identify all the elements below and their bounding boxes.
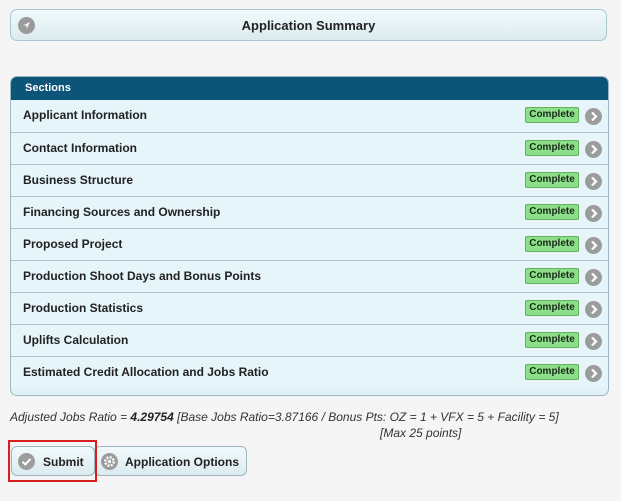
jobs-ratio-detail: [Base Jobs Ratio=3.87166 / Bonus Pts: OZ… <box>173 410 559 424</box>
section-row[interactable]: Financing Sources and Ownership Complete <box>11 196 608 228</box>
section-row[interactable]: Estimated Credit Allocation and Jobs Rat… <box>11 356 608 388</box>
application-options-label: Application Options <box>125 455 239 469</box>
complete-status-badge: Complete <box>525 332 579 348</box>
section-label: Estimated Credit Allocation and Jobs Rat… <box>23 365 269 379</box>
chevron-right-icon[interactable] <box>585 108 602 125</box>
section-row[interactable]: Production Shoot Days and Bonus Points Co… <box>11 260 608 292</box>
section-row[interactable]: Uplifts Calculation Complete <box>11 324 608 356</box>
complete-status-badge: Complete <box>525 107 579 123</box>
section-label: Applicant Information <box>23 108 147 122</box>
complete-status-badge: Complete <box>525 140 579 156</box>
section-label: Business Structure <box>23 173 134 187</box>
section-row[interactable]: Production Statistics Complete <box>11 292 608 324</box>
chevron-right-icon[interactable] <box>585 333 602 350</box>
section-row[interactable]: Contact Information Complete <box>11 132 608 164</box>
jobs-ratio-prefix: Adjusted Jobs Ratio = <box>10 410 131 424</box>
complete-status-badge: Complete <box>525 268 579 284</box>
section-label: Production Shoot Days and Bonus Points <box>23 269 262 283</box>
section-label: Financing Sources and Ownership <box>23 205 221 219</box>
section-label: Proposed Project <box>23 237 123 251</box>
section-label: Uplifts Calculation <box>23 333 129 347</box>
chevron-right-icon[interactable] <box>585 269 602 286</box>
application-options-button[interactable]: Application Options <box>94 446 247 476</box>
complete-status-badge: Complete <box>525 172 579 188</box>
gear-icon <box>101 453 118 470</box>
section-label: Contact Information <box>23 141 137 155</box>
sections-panel: Sections Applicant Information Complete Co… <box>10 76 609 396</box>
chevron-right-icon[interactable] <box>585 365 602 382</box>
application-summary-title: Application Summary <box>241 18 376 33</box>
sections-header: Sections <box>11 77 608 100</box>
jobs-ratio-max: [Max 25 points] <box>380 426 462 440</box>
complete-status-badge: Complete <box>525 300 579 316</box>
complete-status-badge: Complete <box>525 364 579 380</box>
section-row[interactable]: Proposed Project Complete <box>11 228 608 260</box>
jobs-ratio-value: 4.29754 <box>130 410 174 424</box>
chevron-right-icon[interactable] <box>585 205 602 222</box>
section-row[interactable]: Business Structure Complete <box>11 164 608 196</box>
section-row[interactable]: Applicant Information Complete <box>11 100 608 132</box>
submit-highlight-box <box>8 440 97 482</box>
complete-status-badge: Complete <box>525 204 579 220</box>
sections-list: Applicant Information Complete Contact Inf… <box>11 100 608 388</box>
chevron-right-icon[interactable] <box>585 173 602 190</box>
complete-status-badge: Complete <box>525 236 579 252</box>
chevron-right-icon[interactable] <box>585 141 602 158</box>
jobs-ratio-text: Adjusted Jobs Ratio = 4.29754 [Base Jobs… <box>10 409 570 441</box>
chevron-right-icon[interactable] <box>585 301 602 318</box>
application-summary-bar[interactable]: Application Summary <box>10 9 607 41</box>
section-label: Production Statistics <box>23 301 144 315</box>
chevron-right-icon[interactable] <box>585 237 602 254</box>
